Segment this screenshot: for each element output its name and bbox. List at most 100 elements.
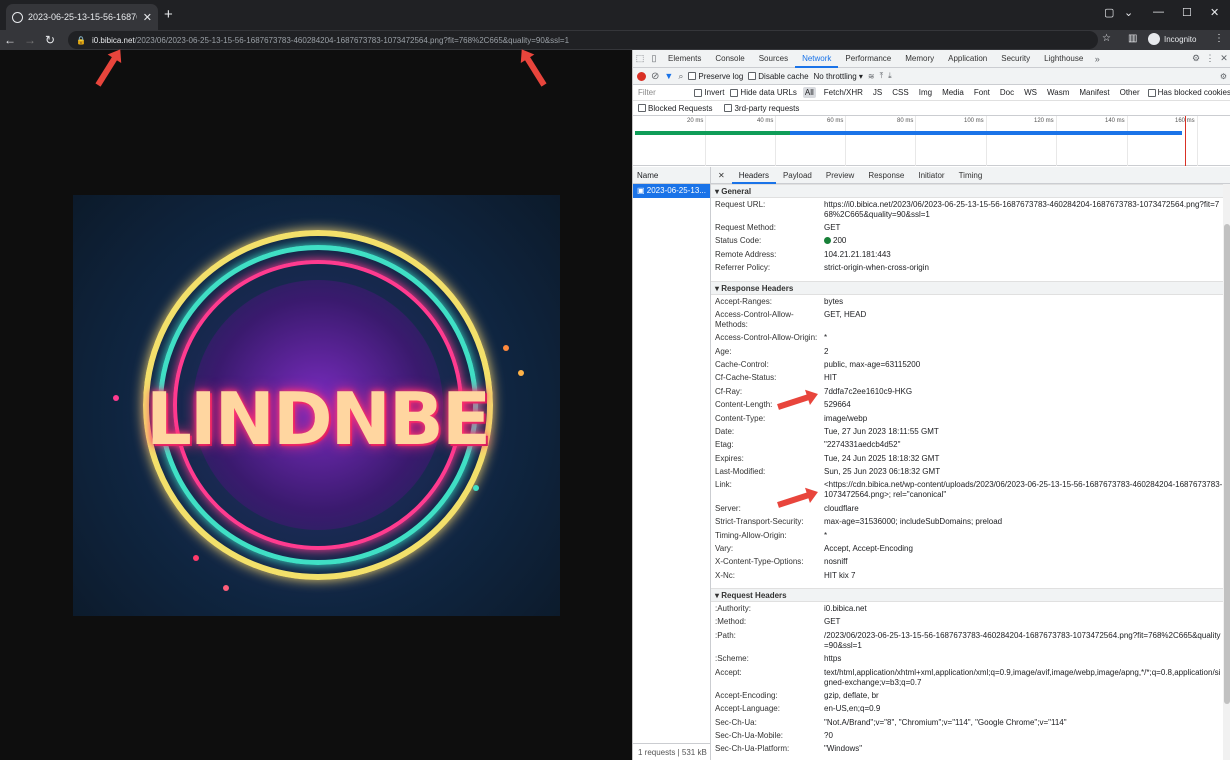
response-headers-section-header[interactable]: ▾ Response Headers [711,280,1230,295]
throttling-value: No throttling [813,71,857,81]
close-window-icon[interactable]: ✕ [1210,6,1219,19]
header-row: Sec-Ch-Ua-Mobile: ?0 [711,729,1230,742]
filter-type-media[interactable]: Media [940,87,966,98]
header-key: Sec-Ch-Ua-Platform: [715,744,790,754]
filter-icon[interactable]: ▼ [664,71,673,81]
browser-tab[interactable]: 2023-06-25-13-15-56-16876737 ✕ [6,4,158,30]
panel-tab-lighthouse[interactable]: Lighthouse [1037,50,1090,68]
globe-icon [12,11,23,23]
upload-icon[interactable]: ⤒ [880,71,884,81]
side-panel-icon[interactable]: ▥ [1128,33,1137,44]
timeline-gridline [845,116,846,166]
preserve-log-checkbox[interactable]: Preserve log [688,72,743,81]
filter-type-all[interactable]: All [802,87,816,98]
back-icon[interactable]: ← [0,33,20,47]
filter-type-font[interactable]: Font [972,87,992,98]
search-icon[interactable]: ⌕ [678,71,683,82]
network-conditions-icon[interactable]: ≋ [868,72,875,81]
timeline-gridline [986,116,987,166]
panel-tab-network[interactable]: Network [795,50,839,68]
url-path: /2023/06/2023-06-25-13-15-56-1687673783-… [134,35,570,45]
tab-preview[interactable]: Preview [819,167,861,184]
tab-initiator[interactable]: Initiator [911,167,951,184]
filter-type-fetch[interactable]: Fetch/XHR [822,87,865,98]
tab-search-icon[interactable]: ▢ [1104,6,1114,19]
inspect-icon[interactable]: ⬚ [633,53,647,64]
reload-icon[interactable]: ↻ [40,33,60,47]
header-row: :Scheme: https [711,653,1230,666]
request-row[interactable]: ▣ 2023-06-25-13... [633,184,710,198]
more-panels-icon[interactable]: » [1090,54,1104,64]
close-devtools-icon[interactable]: ✕ [1217,53,1230,64]
header-row: Accept-Language: en-US,en;q=0.9 [711,703,1230,716]
filter-type-other[interactable]: Other [1118,87,1142,98]
settings-gear-icon[interactable]: ⚙ [1189,53,1203,64]
throttling-select[interactable]: No throttling ▾ [814,72,863,81]
header-value: <https://cdn.bibica.net/wp-content/uploa… [824,480,1223,500]
header-row: X-Content-Type-Options: nosniff [711,556,1230,569]
panel-tab-console[interactable]: Console [708,50,751,68]
device-toolbar-icon[interactable]: ▯ [647,53,661,64]
panel-tab-performance[interactable]: Performance [838,50,898,68]
detail-tabs: ✕ Headers Payload Preview Response Initi… [711,167,1230,184]
third-party-checkbox[interactable]: 3rd-party requests [724,104,799,113]
address-bar[interactable]: 🔒 i0.bibica.net/2023/06/2023-06-25-13-15… [68,31,1098,49]
download-icon[interactable]: ⤓ [888,71,892,81]
filter-type-js[interactable]: JS [871,87,884,98]
star-icon[interactable]: ☆ [1102,33,1111,44]
clear-icon[interactable]: ⊘ [651,71,659,82]
close-detail-icon[interactable]: ✕ [711,167,732,184]
tab-response[interactable]: Response [861,167,911,184]
header-key: Age: [715,346,732,356]
network-overview-timeline[interactable]: 20 ms 40 ms 60 ms 80 ms 100 ms 120 ms 14… [633,116,1230,166]
chevron-down-icon[interactable]: ⌄ [1124,6,1133,19]
incognito-badge[interactable]: Incognito [1148,33,1196,45]
filter-input[interactable]: Filter [638,88,688,97]
filter-type-ws[interactable]: WS [1022,87,1039,98]
panel-tab-application[interactable]: Application [941,50,994,68]
panel-tab-security[interactable]: Security [994,50,1037,68]
minimize-icon[interactable]: — [1153,6,1164,18]
tab-headers[interactable]: Headers [731,167,776,184]
request-headers-section-header[interactable]: ▾ Request Headers [711,588,1230,603]
timeline-tick: 40 ms [757,118,774,124]
timeline-tick: 120 ms [1034,118,1054,124]
maximize-icon[interactable]: ☐ [1182,6,1192,19]
panel-tab-memory[interactable]: Memory [898,50,941,68]
panel-tab-elements[interactable]: Elements [661,50,708,68]
record-icon[interactable] [637,71,646,81]
header-value: Tue, 24 Jun 2025 18:18:32 GMT [824,453,940,463]
invert-checkbox[interactable]: Invert [694,88,724,97]
scrollbar-thumb[interactable] [1224,224,1230,704]
header-value: GET, HEAD [824,309,867,319]
header-value: nosniff [824,557,848,567]
header-value: Sun, 25 Jun 2023 06:18:32 GMT [824,467,941,477]
header-row: Accept: text/html,application/xhtml+xml,a… [711,666,1230,689]
devtools-menu-icon[interactable]: ⋮ [1203,53,1217,64]
tab-timing[interactable]: Timing [952,167,990,184]
detail-scrollbar[interactable] [1223,184,1230,760]
network-settings-icon[interactable]: ⚙ [1220,72,1227,81]
header-key: X-Nc: [715,570,735,580]
filter-type-wasm[interactable]: Wasm [1045,87,1071,98]
disable-cache-checkbox[interactable]: Disable cache [748,72,809,81]
header-value: /2023/06/2023-06-25-13-15-56-1687673783-… [824,630,1221,650]
name-column-header[interactable]: Name [633,167,710,184]
lock-icon[interactable]: 🔒 [76,36,86,45]
general-section-header[interactable]: ▾ General [711,184,1230,198]
filter-type-img[interactable]: Img [917,87,934,98]
panel-tab-sources[interactable]: Sources [752,50,795,68]
forward-icon[interactable]: → [20,33,40,47]
header-row: Etag: "2274331aedcb4d52" [711,439,1230,452]
blocked-cookies-checkbox[interactable]: Has blocked cookies [1147,88,1230,97]
header-key: Cf-Cache-Status: [715,373,777,383]
new-tab-icon[interactable]: + [164,6,173,23]
filter-type-manifest[interactable]: Manifest [1077,87,1111,98]
menu-icon[interactable]: ⋮ [1214,33,1224,44]
filter-type-css[interactable]: CSS [890,87,910,98]
blocked-requests-checkbox[interactable]: Blocked Requests [638,104,712,113]
hide-data-urls-checkbox[interactable]: Hide data URLs [730,88,797,97]
close-tab-icon[interactable]: ✕ [143,11,152,24]
filter-type-doc[interactable]: Doc [998,87,1016,98]
tab-payload[interactable]: Payload [776,167,819,184]
